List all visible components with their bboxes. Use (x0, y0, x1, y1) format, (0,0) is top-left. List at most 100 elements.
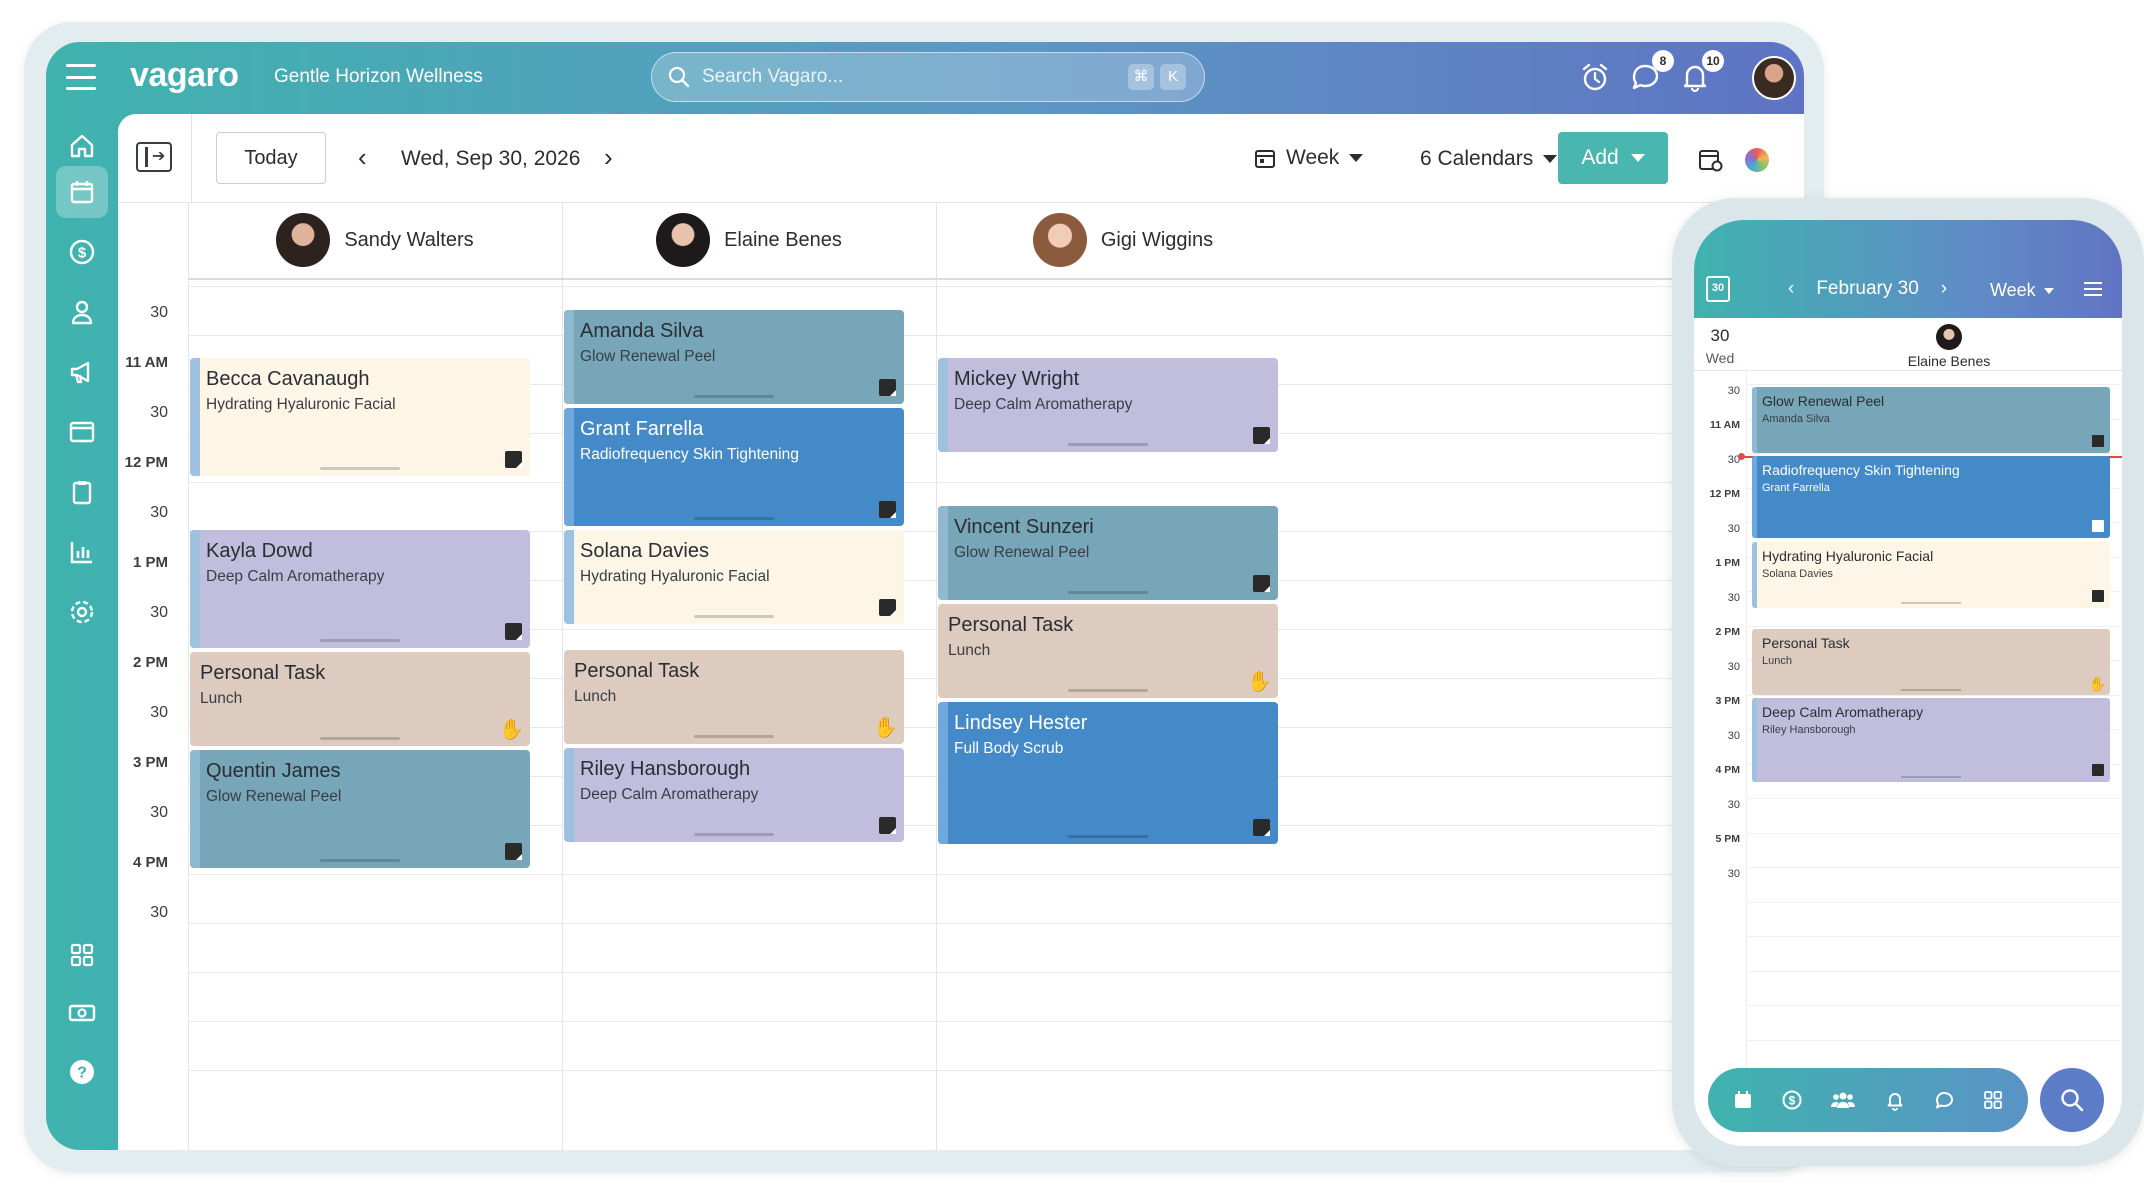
phone-time-label: 30 (1727, 454, 1740, 466)
collapse-panel-icon[interactable]: ➔ (136, 142, 172, 172)
vagaro-logo[interactable]: vagaro (130, 56, 239, 95)
time-label: 30 (150, 704, 168, 721)
resize-handle[interactable] (1901, 602, 1961, 604)
phone-appointment-card[interactable]: Deep Calm Aromatherapy Riley Hansborough (1752, 698, 2110, 782)
customers-icon[interactable] (1830, 1089, 1856, 1111)
resize-handle[interactable] (694, 395, 774, 398)
grid-line (188, 923, 1804, 924)
nav-calendar-icon[interactable] (56, 166, 108, 218)
phone-appointment-card[interactable]: Hydrating Hyaluronic Facial Solana Davie… (1752, 542, 2110, 608)
appointment-client: Solana Davies (1762, 568, 1833, 580)
phone-date-nav[interactable]: ‹ February 30 › (1788, 278, 1947, 300)
current-date[interactable]: Wed, Sep 30, 2026 (401, 147, 580, 171)
appointment-service: Glow Renewal Peel (206, 788, 342, 805)
prev-date-chevron-icon[interactable]: ‹ (358, 144, 367, 170)
appointment-card[interactable]: Lindsey Hester Full Body Scrub (938, 702, 1278, 844)
apps-grid-icon[interactable] (1982, 1089, 2004, 1111)
nav-apps-grid-icon[interactable] (56, 929, 108, 981)
appointment-card[interactable]: Quentin James Glow Renewal Peel (190, 750, 530, 868)
appointment-service: Radiofrequency Skin Tightening (1762, 462, 1960, 478)
color-wheel-icon[interactable] (1745, 148, 1769, 172)
nav-customer-icon[interactable] (56, 286, 108, 338)
appointment-card[interactable]: Vincent Sunzeri Glow Renewal Peel (938, 506, 1278, 600)
resize-handle[interactable] (1068, 689, 1148, 692)
resize-handle[interactable] (1901, 776, 1961, 778)
nav-website-browser-icon[interactable] (56, 406, 108, 458)
nav-home-icon[interactable] (56, 120, 108, 172)
appointment-card[interactable]: Becca Cavanaugh Hydrating Hyaluronic Fac… (190, 358, 530, 476)
appointment-client: Grant Farrella (1762, 482, 1830, 494)
appointment-card[interactable]: Grant Farrella Radiofrequency Skin Tight… (564, 408, 904, 526)
resize-handle[interactable] (320, 737, 400, 740)
phone-search-button[interactable] (2040, 1068, 2104, 1132)
nav-help-icon[interactable]: ? (56, 1046, 108, 1098)
bell-icon[interactable] (1884, 1089, 1906, 1111)
grid-line (188, 335, 1804, 336)
resize-handle[interactable] (320, 859, 400, 862)
add-button[interactable]: Add (1558, 132, 1668, 184)
resize-handle[interactable] (1068, 443, 1148, 446)
staff-header-elaine[interactable]: Elaine Benes (562, 202, 936, 278)
chat-icon[interactable] (1933, 1089, 1955, 1111)
menu-icon[interactable] (2084, 282, 2102, 296)
day-name: Wed (1705, 350, 1735, 366)
resize-handle[interactable] (694, 615, 774, 618)
appointment-card[interactable]: Amanda Silva Glow Renewal Peel (564, 310, 904, 404)
prev-chevron-icon[interactable]: ‹ (1788, 278, 1794, 300)
appointment-card[interactable]: Personal Task Lunch ✋ (190, 652, 530, 746)
nav-marketing-megaphone-icon[interactable] (56, 346, 108, 398)
appointment-service: Hydrating Hyaluronic Facial (580, 568, 770, 585)
alarm-clock-icon[interactable] (1578, 60, 1612, 94)
nav-forms-clipboard-icon[interactable] (56, 466, 108, 518)
resize-handle[interactable] (320, 467, 400, 470)
nav-cash-icon[interactable] (56, 987, 108, 1039)
appointment-card[interactable]: Personal Task Lunch ✋ (564, 650, 904, 744)
staff-avatar (1032, 213, 1087, 267)
next-date-chevron-icon[interactable]: › (604, 144, 613, 170)
view-selector[interactable]: Week (1254, 146, 1364, 170)
appointment-card[interactable]: Riley Hansborough Deep Calm Aromatherapy (564, 748, 904, 842)
phone-appointment-card[interactable]: Personal Task Lunch ✋ (1752, 629, 2110, 695)
staff-avatar (1936, 324, 1962, 350)
resize-handle[interactable] (694, 517, 774, 520)
notifications-bell-icon[interactable]: 10 (1678, 50, 1724, 94)
resize-handle[interactable] (320, 639, 400, 642)
dollar-icon[interactable]: $ (1781, 1089, 1803, 1111)
search-bar[interactable]: Search Vagaro... ⌘ K (651, 52, 1205, 102)
phone-appointment-card[interactable]: Glow Renewal Peel Amanda Silva (1752, 387, 2110, 453)
calendars-selector[interactable]: 6 Calendars (1420, 147, 1558, 171)
appointment-card[interactable]: Mickey Wright Deep Calm Aromatherapy (938, 358, 1278, 452)
nav-settings-gear-icon[interactable] (56, 586, 108, 638)
appointment-card[interactable]: Personal Task Lunch ✋ (938, 604, 1278, 698)
nav-reports-chart-icon[interactable] (56, 526, 108, 578)
phone-appointment-card[interactable]: Radiofrequency Skin Tightening Grant Far… (1752, 456, 2110, 538)
resize-handle[interactable] (1901, 689, 1961, 691)
staff-header-gigi[interactable]: Gigi Wiggins (936, 202, 1310, 278)
business-name[interactable]: Gentle Horizon Wellness (274, 66, 483, 88)
calendar-icon[interactable]: 30 (1706, 276, 1730, 302)
appointment-card[interactable]: Solana Davies Hydrating Hyaluronic Facia… (564, 530, 904, 624)
view-label: Week (1286, 146, 1340, 169)
resize-handle[interactable] (1068, 835, 1148, 838)
phone-staff-header[interactable]: Elaine Benes (1874, 320, 2024, 369)
add-label: Add (1581, 146, 1619, 169)
phone-time-label: 30 (1727, 730, 1740, 742)
nav-dollar-icon[interactable]: $ (56, 226, 108, 278)
calendar-settings-icon[interactable] (1698, 147, 1724, 178)
staff-header-sandy[interactable]: Sandy Walters (188, 202, 562, 278)
hamburger-menu-icon[interactable] (66, 64, 96, 90)
messages-icon[interactable]: 8 (1628, 50, 1674, 94)
appointment-service: Radiofrequency Skin Tightening (580, 446, 799, 463)
resize-handle[interactable] (694, 735, 774, 738)
grid-line (1746, 1039, 2122, 1041)
today-button[interactable]: Today (216, 132, 326, 184)
phone-view-selector[interactable]: Week (1990, 280, 2054, 301)
resize-handle[interactable] (1068, 591, 1148, 594)
appointment-card[interactable]: Kayla Dowd Deep Calm Aromatherapy (190, 530, 530, 648)
appointment-client: Amanda Silva (1762, 413, 1830, 425)
resize-handle[interactable] (694, 833, 774, 836)
grid-line (1746, 798, 2122, 799)
calendar-icon[interactable] (1732, 1089, 1754, 1111)
next-chevron-icon[interactable]: › (1941, 278, 1947, 300)
user-avatar[interactable] (1752, 56, 1796, 100)
